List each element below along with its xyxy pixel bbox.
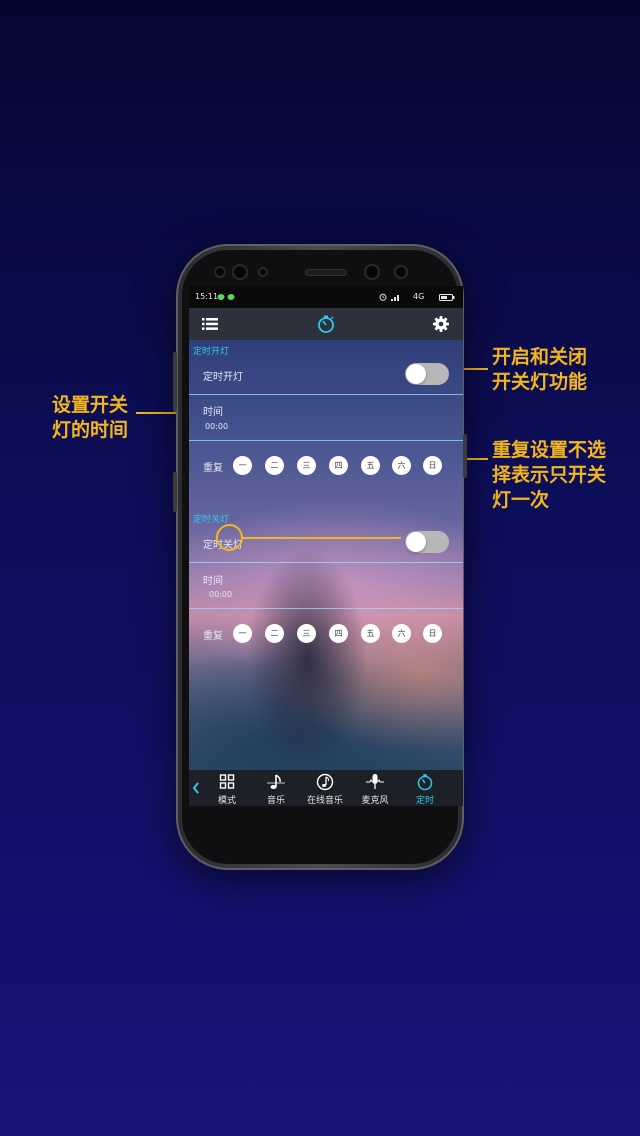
divider	[189, 562, 463, 563]
on-section-title: 定时开灯	[193, 347, 230, 357]
wechat-icon	[217, 294, 235, 300]
on-day-sun[interactable]: 日	[423, 456, 442, 475]
alarm-icon	[379, 293, 387, 301]
timer-content: 定时开灯 定时开灯 时间 00:00 重复 一 二 三 四 五 六 日 定时关灯…	[189, 340, 463, 770]
gear-icon[interactable]	[433, 316, 449, 332]
highlight-circle	[216, 524, 243, 551]
nav-online-music[interactable]: 在线音乐	[299, 770, 351, 806]
menu-list-icon[interactable]	[202, 317, 218, 331]
on-day-wed[interactable]: 三	[297, 456, 316, 475]
off-day-sun[interactable]: 日	[423, 624, 442, 643]
on-day-tue[interactable]: 二	[265, 456, 284, 475]
chevron-left-icon[interactable]	[192, 782, 200, 794]
nav-timer-label: 定时	[415, 796, 434, 806]
highlight-line	[243, 537, 401, 539]
volume-button	[173, 352, 177, 412]
power-button	[463, 434, 467, 478]
on-day-sat[interactable]: 六	[392, 456, 411, 475]
off-section-title: 定时关灯	[193, 515, 230, 525]
iris-camera	[396, 267, 406, 277]
on-repeat-label: 重复	[203, 463, 223, 474]
on-day-thu[interactable]: 四	[329, 456, 348, 475]
timer-icon	[318, 315, 334, 333]
off-toggle-switch[interactable]	[405, 531, 449, 553]
online-music-icon	[316, 773, 334, 791]
off-day-fri[interactable]: 五	[361, 624, 380, 643]
off-day-mon[interactable]: 一	[233, 624, 252, 643]
off-repeat-label: 重复	[203, 631, 223, 642]
off-time-value[interactable]: 00:00	[209, 590, 232, 599]
toggle-knob	[406, 532, 426, 552]
callout-on-off: 开启和关闭 开关灯功能	[492, 346, 588, 393]
off-day-sat[interactable]: 六	[392, 624, 411, 643]
phone-frame: 15:11 4G 定时开灯 定时开灯 时间 00:00 重复 一 二 三 四 五…	[173, 244, 467, 870]
signal-icon	[391, 295, 399, 301]
nav-microphone-label: 麦克风	[361, 796, 389, 806]
off-day-wed[interactable]: 三	[297, 624, 316, 643]
proximity-sensor	[260, 269, 266, 275]
bottom-nav: 模式 音乐 在线音乐 麦克风 定时	[189, 770, 463, 806]
music-note-icon	[267, 774, 285, 789]
nav-microphone[interactable]: 麦克风	[349, 770, 401, 806]
front-camera	[234, 266, 246, 278]
battery-icon	[439, 294, 455, 301]
on-day-mon[interactable]: 一	[233, 456, 252, 475]
earpiece-speaker	[306, 270, 346, 275]
timer-icon	[417, 774, 433, 791]
status-bar: 15:11 4G	[189, 286, 463, 308]
divider	[189, 394, 463, 395]
callout-repeat: 重复设置不选 择表示只开关 灯一次	[492, 439, 607, 511]
nav-online-music-label: 在线音乐	[306, 796, 343, 806]
on-time-label[interactable]: 时间	[203, 403, 223, 418]
divider	[189, 440, 463, 441]
on-time-value[interactable]: 00:00	[205, 422, 228, 431]
on-toggle-label: 定时开灯	[203, 372, 243, 383]
iris-sensor	[366, 266, 378, 278]
toggle-knob	[406, 364, 426, 384]
nav-mode[interactable]: 模式	[201, 770, 253, 806]
status-time: 15:11	[195, 292, 219, 301]
network-type: 4G	[413, 292, 425, 301]
nav-music-label: 音乐	[266, 796, 285, 806]
off-time-label[interactable]: 时间	[203, 572, 223, 587]
divider	[189, 608, 463, 609]
microphone-icon	[366, 774, 384, 789]
phone-bezel: 15:11 4G 定时开灯 定时开灯 时间 00:00 重复 一 二 三 四 五…	[182, 250, 463, 864]
nav-mode-label: 模式	[217, 796, 236, 806]
on-day-fri[interactable]: 五	[361, 456, 380, 475]
front-sensor	[216, 268, 224, 276]
grid-icon	[219, 774, 235, 789]
app-header	[189, 308, 463, 340]
off-day-tue[interactable]: 二	[265, 624, 284, 643]
callout-time: 设置开关 灯的时间	[52, 394, 129, 441]
nav-music[interactable]: 音乐	[250, 770, 302, 806]
on-toggle-switch[interactable]	[405, 363, 449, 385]
nav-timer[interactable]: 定时	[399, 770, 451, 806]
bixby-button	[173, 472, 177, 512]
off-day-thu[interactable]: 四	[329, 624, 348, 643]
